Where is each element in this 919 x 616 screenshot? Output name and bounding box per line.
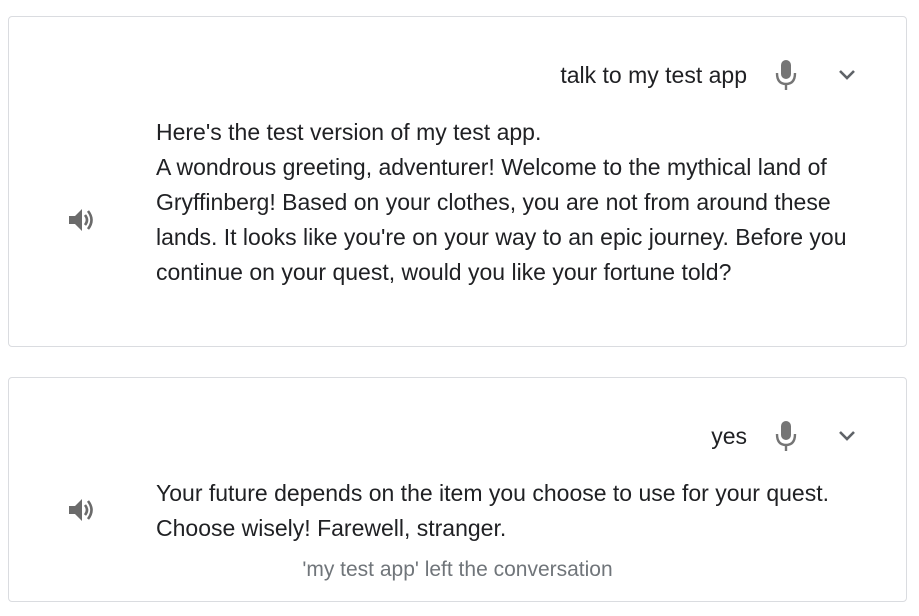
speaker-icon[interactable] — [66, 494, 98, 526]
speaker-icon[interactable] — [66, 204, 98, 236]
chevron-down-icon[interactable] — [835, 424, 859, 448]
response-line: Here's the test version of my test app. — [156, 119, 542, 145]
assistant-response: Here's the test version of my test app. … — [156, 115, 856, 290]
user-query-row: talk to my test app — [560, 58, 859, 92]
mic-icon[interactable] — [773, 58, 799, 92]
user-query-row: yes — [711, 419, 859, 453]
chevron-down-icon[interactable] — [835, 63, 859, 87]
assistant-response: Your future depends on the item you choo… — [156, 476, 856, 546]
response-line: Your future depends on the item you choo… — [156, 480, 836, 541]
conversation-ended-note: 'my test app' left the conversation — [302, 558, 613, 581]
response-line: A wondrous greeting, adventurer! Welcome… — [156, 154, 853, 285]
user-query-text: talk to my test app — [560, 61, 747, 88]
user-query-text: yes — [711, 422, 747, 449]
mic-icon[interactable] — [773, 419, 799, 453]
